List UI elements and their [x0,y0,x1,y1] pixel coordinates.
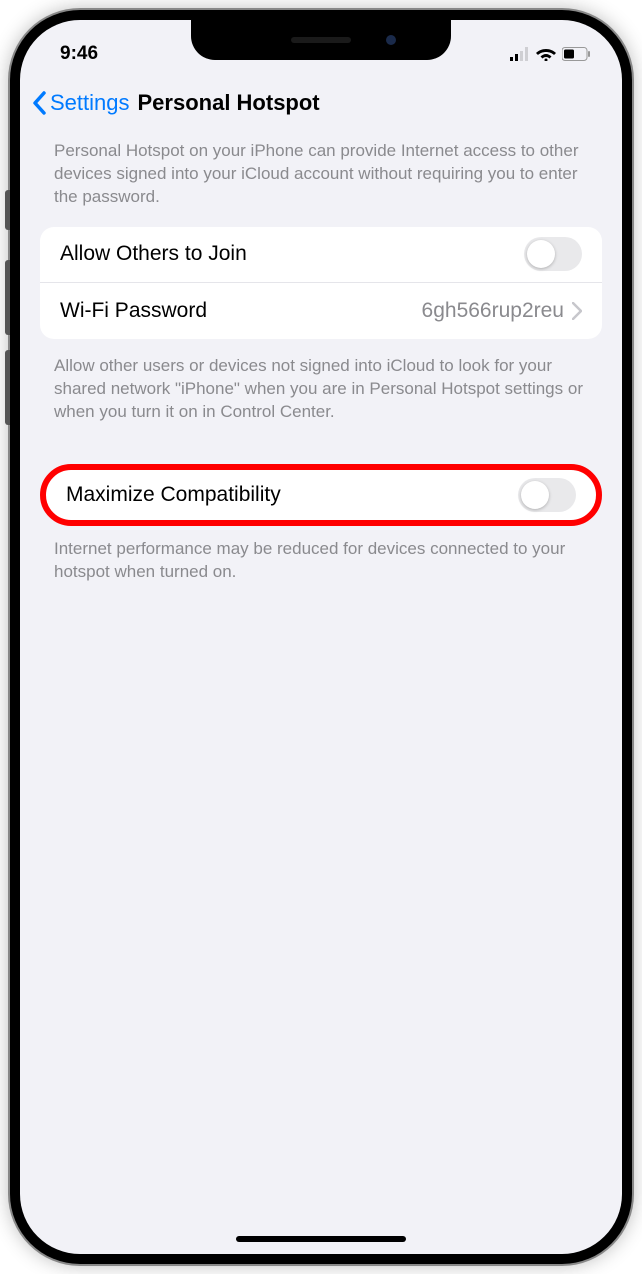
settings-group-1: Allow Others to Join Wi-Fi Password 6gh5… [40,227,602,339]
allow-others-toggle[interactable] [524,237,582,271]
wifi-password-row[interactable]: Wi-Fi Password 6gh566rup2reu [40,283,602,339]
device-frame: 9:46 [10,10,632,1264]
page-title: Personal Hotspot [138,90,320,116]
notch [191,20,451,60]
wifi-password-label: Wi-Fi Password [60,299,207,323]
status-time: 9:46 [60,43,98,65]
battery-icon [562,47,592,61]
home-indicator[interactable] [236,1236,406,1242]
maximize-compatibility-label: Maximize Compatibility [66,483,281,507]
status-right [510,47,592,61]
allow-others-description: Allow other users or devices not signed … [40,347,602,434]
allow-others-label: Allow Others to Join [60,242,247,266]
back-label: Settings [50,90,130,116]
speaker [291,37,351,43]
screen: 9:46 [20,20,622,1254]
chevron-right-icon [572,302,582,320]
chevron-left-icon [32,91,46,115]
cellular-icon [510,47,530,61]
content: Personal Hotspot on your iPhone can prov… [20,132,622,594]
maximize-compatibility-highlight: Maximize Compatibility [40,464,602,526]
nav-bar: Settings Personal Hotspot [20,74,622,132]
compatibility-description: Internet performance may be reduced for … [40,530,602,594]
wifi-password-value: 6gh566rup2reu [422,299,564,323]
front-camera [386,35,396,45]
back-button[interactable]: Settings [32,90,130,116]
intro-description: Personal Hotspot on your iPhone can prov… [40,132,602,219]
wifi-icon [536,47,556,61]
allow-others-row[interactable]: Allow Others to Join [40,227,602,283]
maximize-compatibility-toggle[interactable] [518,478,576,512]
maximize-compatibility-row[interactable]: Maximize Compatibility [46,470,596,520]
